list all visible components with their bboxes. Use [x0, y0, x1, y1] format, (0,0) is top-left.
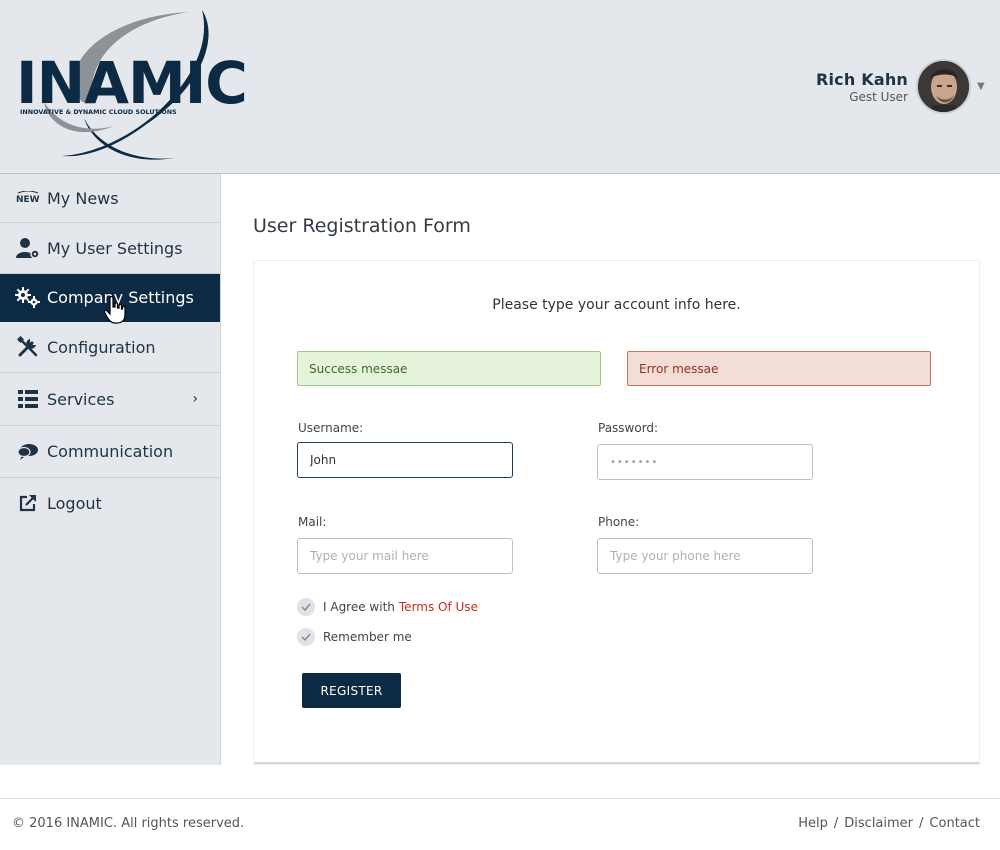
logo-tagline: INNOVATIVE & DYNAMIC CLOUD SOLUTIONS — [20, 108, 177, 116]
header: INAMIC INNOVATIVE & DYNAMIC CLOUD SOLUTI… — [0, 0, 1000, 174]
user-name: Rich Kahn — [815, 70, 908, 89]
agree-terms-row: I Agree with Terms Of Use — [297, 598, 478, 616]
error-message: Error messae — [627, 351, 931, 386]
agree-text: I Agree with — [323, 600, 395, 614]
footer-separator: / — [833, 816, 839, 831]
sidebar-item-label: Configuration — [47, 337, 156, 357]
logout-icon — [15, 492, 41, 514]
help-link[interactable]: Help — [798, 816, 828, 831]
mail-input[interactable] — [310, 549, 512, 563]
register-button[interactable]: REGISTER — [302, 673, 401, 708]
hand-cursor-icon — [104, 296, 126, 324]
mail-label: Mail: — [298, 515, 327, 529]
remember-checkbox[interactable] — [297, 628, 315, 646]
user-settings-icon — [15, 237, 41, 259]
sidebar-item-logout[interactable]: Logout — [0, 478, 220, 528]
list-icon — [15, 388, 41, 410]
phone-label: Phone: — [598, 515, 640, 529]
contact-link[interactable]: Contact — [929, 816, 980, 831]
phone-input[interactable] — [610, 549, 812, 563]
mail-field[interactable] — [297, 538, 513, 574]
sidebar-item-label: Logout — [47, 493, 102, 513]
sidebar-item-communication[interactable]: Communication — [0, 426, 220, 478]
password-label: Password: — [598, 421, 659, 435]
sidebar-item-my-news[interactable]: NEWS My News — [0, 174, 220, 223]
user-info[interactable]: Rich Kahn Gest User — [816, 70, 908, 104]
sidebar-item-label: My News — [47, 188, 119, 208]
sidebar-item-label: My User Settings — [47, 238, 183, 258]
copyright-text: © 2016 INAMIC. All rights reserved. — [12, 816, 245, 831]
inamic-logo[interactable]: INAMIC INNOVATIVE & DYNAMIC CLOUD SOLUTI… — [14, 6, 304, 168]
sidebar-item-label: Services — [47, 389, 115, 409]
username-label: Username: — [298, 421, 364, 435]
user-role: Gest User — [849, 90, 908, 104]
logo-text: INAMIC — [16, 49, 247, 117]
agree-checkbox[interactable] — [297, 598, 315, 616]
footer-separator: / — [919, 816, 924, 831]
username-field[interactable] — [297, 442, 513, 478]
page-title: User Registration Form — [253, 215, 471, 237]
password-field[interactable]: ••••••• — [597, 444, 813, 480]
sidebar-item-services[interactable]: Services › — [0, 373, 220, 426]
registration-card: Please type your account info here. Succ… — [254, 261, 979, 764]
sidebar-item-label: Communication — [47, 442, 174, 461]
caret-down-icon[interactable]: ▼ — [977, 81, 985, 92]
sidebar: NEWS My News My User Settings — [0, 174, 221, 765]
form-intro: Please type your account info here. — [492, 297, 741, 313]
checkmark-icon — [301, 603, 311, 611]
gears-icon — [15, 286, 41, 309]
username-input[interactable] — [310, 453, 512, 467]
disclaimer-link[interactable]: Disclaimer — [844, 816, 913, 831]
success-message: Success messae — [297, 351, 601, 386]
terms-of-use-link[interactable]: Terms Of Use — [399, 600, 478, 614]
news-icon: NEWS — [15, 187, 41, 209]
phone-field[interactable] — [597, 538, 813, 574]
footer-links: Help / Disclaimer / Contact — [798, 816, 980, 831]
avatar[interactable] — [916, 59, 971, 114]
remember-text: Remember me — [323, 630, 412, 644]
footer: © 2016 INAMIC. All rights reserved. Help… — [0, 798, 1000, 850]
remember-me-row: Remember me — [297, 628, 412, 646]
svg-text:NEWS: NEWS — [16, 195, 40, 205]
password-value: ••••••• — [610, 456, 659, 468]
chat-icon — [15, 441, 41, 463]
avatar-portrait-icon — [918, 61, 969, 112]
tools-icon — [15, 336, 41, 358]
logo-graphic: INAMIC INNOVATIVE & DYNAMIC CLOUD SOLUTI… — [16, 10, 248, 160]
chevron-right-icon: › — [192, 391, 198, 407]
sidebar-item-configuration[interactable]: Configuration — [0, 322, 220, 373]
checkmark-icon — [301, 633, 311, 641]
sidebar-item-my-user-settings[interactable]: My User Settings — [0, 223, 220, 274]
